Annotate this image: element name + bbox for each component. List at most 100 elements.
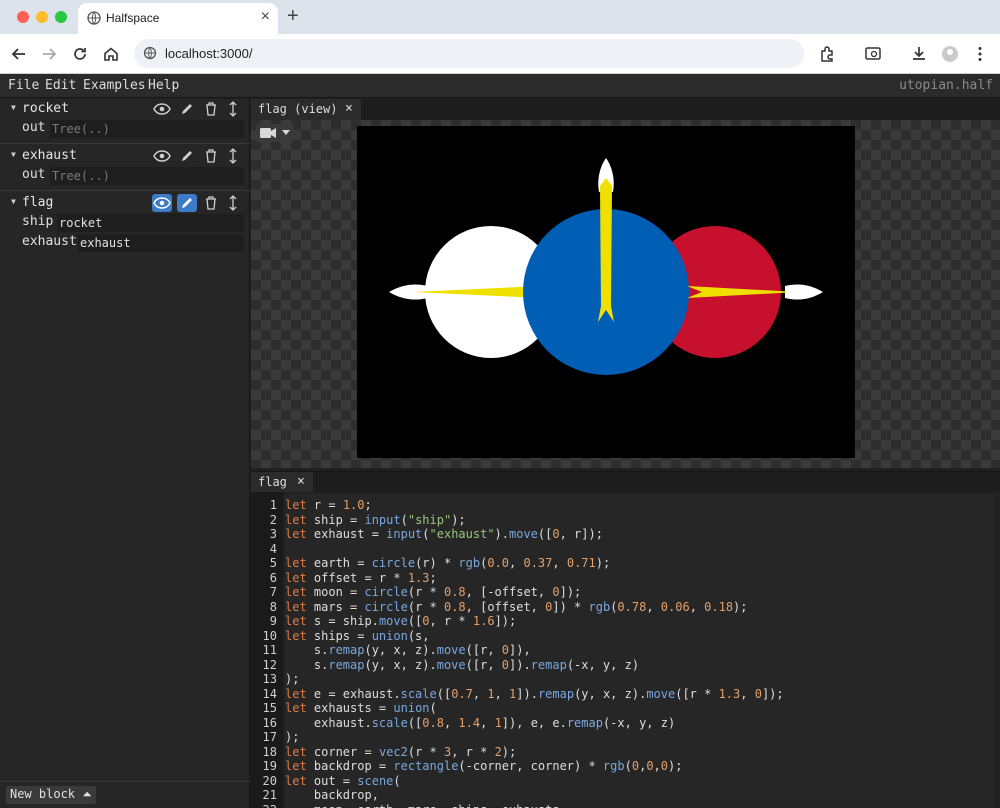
view-toggle-button[interactable] xyxy=(152,194,172,212)
code-token: 1 xyxy=(487,686,495,701)
code-token: let xyxy=(285,628,314,643)
code-token: "exhaust" xyxy=(429,527,495,541)
forward-icon[interactable] xyxy=(40,45,58,63)
code-token: e = exhaust. xyxy=(313,686,401,701)
collapse-caret-icon[interactable]: ▼ xyxy=(11,150,16,159)
code-token: ); xyxy=(668,759,683,773)
code-line: let earth = circle(r) * rgb(0.0, 0.37, 0… xyxy=(285,556,610,571)
browser-tab[interactable]: Halfspace × xyxy=(78,3,278,34)
code-token: s. xyxy=(285,643,329,657)
menu-examples[interactable]: Examples xyxy=(83,78,146,93)
delete-block-button[interactable] xyxy=(201,147,221,165)
code-token: move xyxy=(378,614,408,628)
code-token: 0.18 xyxy=(704,599,734,614)
code-token: let xyxy=(285,701,314,715)
code-token: , xyxy=(653,759,661,773)
edit-toggle-button[interactable] xyxy=(177,100,197,118)
edit-toggle-button[interactable] xyxy=(177,147,197,165)
code-token: rgb xyxy=(588,599,611,614)
code-editor[interactable]: 12345678910111213141516171819202122 let … xyxy=(251,492,1000,808)
view-tab-strip: flag (view) × xyxy=(251,99,1000,120)
collapse-caret-icon[interactable]: ▼ xyxy=(11,103,16,112)
code-token: ]), e, e. xyxy=(501,715,567,730)
ship-input[interactable]: rocket xyxy=(57,214,244,232)
address-bar[interactable]: localhost:3000/ xyxy=(134,39,804,68)
code-token: 1.4 xyxy=(458,715,481,730)
code-line: let exhausts = union( xyxy=(285,701,437,716)
code-token: ]); xyxy=(761,686,784,701)
code-token: 1.0 xyxy=(342,498,365,512)
code-line: let ships = union(s, xyxy=(285,629,430,644)
line-number-gutter: 12345678910111213141516171819202122 xyxy=(251,492,283,808)
code-token: , r * xyxy=(429,614,473,628)
code-token: 0.0 xyxy=(487,556,510,570)
code-token: 0 xyxy=(754,686,762,701)
site-info-icon[interactable] xyxy=(143,46,157,60)
browser-menu-icon[interactable] xyxy=(971,45,989,63)
view-toggle-button[interactable] xyxy=(152,147,172,165)
home-icon[interactable] xyxy=(102,45,120,63)
reorder-handle[interactable] xyxy=(223,147,243,165)
code-token: corner = xyxy=(313,744,379,759)
code-token: move xyxy=(436,643,466,657)
tab-flag-editor[interactable]: flag × xyxy=(251,472,313,493)
delete-block-button[interactable] xyxy=(201,194,221,212)
code-token: let xyxy=(285,599,314,614)
up-down-arrow-icon xyxy=(229,101,237,117)
reload-icon[interactable] xyxy=(71,45,89,63)
reorder-handle[interactable] xyxy=(223,100,243,118)
code-line: let r = 1.0; xyxy=(285,498,372,513)
menu-edit[interactable]: Edit xyxy=(45,78,76,93)
camera-dropdown-button[interactable] xyxy=(256,124,294,142)
new-tab-icon[interactable]: + xyxy=(287,5,299,28)
code-token: vec2 xyxy=(378,744,408,759)
delete-block-button[interactable] xyxy=(201,100,221,118)
exhaust-input[interactable]: exhaust xyxy=(78,234,244,252)
code-token: ]) * xyxy=(552,599,589,614)
edit-toggle-button[interactable] xyxy=(177,194,197,212)
collapse-caret-icon[interactable]: ▼ xyxy=(11,197,16,206)
reorder-handle[interactable] xyxy=(223,194,243,212)
code-line: let offset = r * 1.3; xyxy=(285,571,437,586)
code-token: ( xyxy=(624,759,632,773)
menu-file[interactable]: File xyxy=(8,78,39,93)
code-token: ]), xyxy=(509,643,531,657)
code-token: ([ xyxy=(407,614,423,628)
code-token: , [offset, xyxy=(465,599,546,614)
code-token: exhaust. xyxy=(285,715,372,730)
url-text: localhost:3000/ xyxy=(165,46,253,61)
profile-icon[interactable] xyxy=(941,45,959,63)
tab-flag-view[interactable]: flag (view) × xyxy=(251,99,361,120)
code-line: moon, earth, mars, ships, exhausts xyxy=(285,803,560,808)
code-token: move xyxy=(509,527,538,541)
code-token: , [-offset, xyxy=(465,585,553,599)
code-token: ]). xyxy=(516,686,538,701)
code-token: out = xyxy=(313,773,358,788)
window-minimize-button[interactable] xyxy=(36,11,48,23)
up-down-arrow-icon xyxy=(229,195,237,211)
code-token: ]); xyxy=(494,614,517,628)
code-token: ([ xyxy=(436,686,452,701)
code-line: let moon = circle(r * 0.8, [-offset, 0])… xyxy=(285,585,581,600)
window-close-button[interactable] xyxy=(17,11,29,23)
code-token: 0 xyxy=(422,614,430,628)
menu-help[interactable]: Help xyxy=(148,78,179,93)
code-token: , r]); xyxy=(559,527,603,541)
window-zoom-button[interactable] xyxy=(55,11,67,23)
line-number: 2 xyxy=(269,512,277,527)
new-block-button[interactable]: New block ⏶ xyxy=(6,786,96,804)
close-icon[interactable]: × xyxy=(297,474,305,489)
browser-tab-close-icon[interactable]: × xyxy=(261,8,270,26)
extensions-icon[interactable] xyxy=(818,45,836,63)
code-token: move xyxy=(436,657,466,672)
code-token: ; xyxy=(364,498,372,512)
back-icon[interactable] xyxy=(10,45,28,63)
code-token: backdrop = xyxy=(313,759,394,773)
close-icon[interactable]: × xyxy=(345,101,353,116)
search-tabs-icon[interactable] xyxy=(864,45,882,63)
render-viewport[interactable] xyxy=(251,120,1000,468)
download-icon[interactable] xyxy=(910,45,928,63)
code-area[interactable]: let r = 1.0; let ship = input("ship"); let… xyxy=(285,494,995,808)
line-number: 16 xyxy=(262,715,277,730)
view-toggle-button[interactable] xyxy=(152,100,172,118)
